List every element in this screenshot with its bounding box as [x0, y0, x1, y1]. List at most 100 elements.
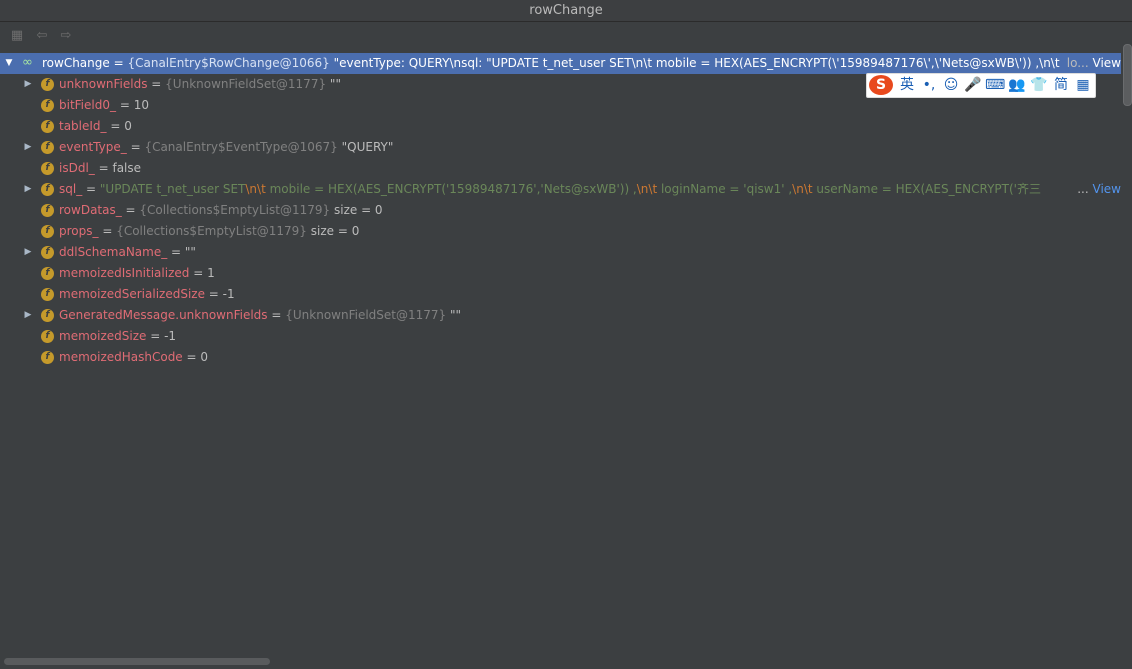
field-value: false	[112, 161, 142, 175]
tree-row[interactable]: f memoizedIsInitialized = 1	[0, 263, 1121, 284]
field-type: {UnknownFieldSet@1177}	[165, 77, 327, 91]
field-value: ""	[449, 308, 462, 322]
ime-punct-icon[interactable]: •,	[919, 77, 939, 94]
field-icon: f	[41, 99, 54, 112]
field-value: "QUERY"	[341, 140, 394, 154]
field-value: 1	[207, 266, 215, 280]
field-value: -1	[164, 329, 177, 343]
watch-variable-icon: ∞	[22, 55, 33, 70]
field-name: sql_	[59, 182, 83, 196]
ime-skin-icon[interactable]: 👕	[1029, 77, 1049, 94]
sql-escape: \n\t	[792, 182, 813, 196]
root-name: rowChange	[42, 56, 110, 70]
view-link[interactable]: lo... View	[1062, 53, 1121, 74]
field-icon: f	[41, 267, 54, 280]
forward-arrow-icon[interactable]: ⇨	[58, 28, 74, 44]
ime-keyboard-icon[interactable]: ⌨	[985, 77, 1005, 94]
sogou-logo-icon[interactable]: S	[869, 75, 893, 95]
ime-voice-icon[interactable]: 🎤	[963, 77, 983, 94]
field-value: size = 0	[333, 203, 383, 217]
ime-emoji-icon[interactable]: ☺	[941, 77, 961, 94]
field-value: ""	[184, 245, 196, 259]
field-name: isDdl_	[59, 161, 95, 175]
root-view-link[interactable]: View	[1093, 56, 1121, 70]
field-icon: f	[41, 225, 54, 238]
field-icon: f	[41, 162, 54, 175]
field-value: 0	[124, 119, 132, 133]
field-icon: f	[41, 351, 54, 364]
tree-row[interactable]: f isDdl_ = false	[0, 158, 1121, 179]
field-name: memoizedIsInitialized	[59, 266, 190, 280]
tree-row[interactable]: ▶ f GeneratedMessage.unknownFields = {Unkn…	[0, 305, 1121, 326]
variables-tree: ▼ ∞ rowChange = {CanalEntry$RowChange@10…	[0, 53, 1121, 653]
field-value: ""	[329, 77, 341, 91]
tree-root-row[interactable]: ▼ ∞ rowChange = {CanalEntry$RowChange@10…	[0, 53, 1121, 74]
vertical-scroll-thumb[interactable]	[1123, 44, 1132, 106]
field-icon: f	[41, 330, 54, 343]
horizontal-scrollbar[interactable]	[0, 655, 1121, 669]
back-arrow-icon[interactable]: ⇦	[34, 28, 50, 44]
expand-arrow-icon[interactable]: ▶	[23, 179, 33, 200]
expand-arrow-icon[interactable]: ▶	[23, 305, 33, 326]
collapse-icon[interactable]: ▦	[9, 28, 25, 44]
field-value: 0	[200, 350, 209, 364]
field-name: GeneratedMessage.unknownFields	[59, 308, 268, 322]
root-value: "eventType: QUERY\nsql: "UPDATE t_net_us…	[333, 56, 1060, 70]
tree-row[interactable]: ▶ f eventType_ = {CanalEntry$EventType@106…	[0, 137, 1121, 158]
field-name: memoizedSize	[59, 329, 147, 343]
field-icon: f	[41, 204, 54, 217]
field-icon: f	[41, 309, 54, 322]
field-type: {Collections$EmptyList@1179}	[139, 203, 331, 217]
tree-row[interactable]: f bitField0_ = 10	[0, 95, 1121, 116]
tree-row[interactable]: f memoizedSerializedSize = -1	[0, 284, 1121, 305]
tree-row[interactable]: ▶ f ddlSchemaName_ = ""	[0, 242, 1121, 263]
field-icon: f	[41, 141, 54, 154]
tree-row[interactable]: f memoizedHashCode = 0	[0, 347, 1121, 368]
expand-arrow-icon[interactable]: ▶	[23, 137, 33, 158]
sql-ellipsis: ...	[1077, 182, 1089, 196]
sql-part: loginName = 'qisw1' ,	[657, 182, 793, 196]
sql-view-link[interactable]: View	[1093, 182, 1121, 196]
field-value: size = 0	[310, 224, 360, 238]
view-link[interactable]: ... View	[1073, 179, 1121, 200]
sql-part: "UPDATE t_net_user SET	[99, 182, 246, 196]
field-value: 10	[133, 98, 149, 112]
field-name: tableId_	[59, 119, 107, 133]
field-name: rowDatas_	[59, 203, 122, 217]
ime-lang-icon[interactable]: 英	[897, 77, 917, 94]
field-name: ddlSchemaName_	[59, 245, 168, 259]
field-value: -1	[222, 287, 235, 301]
field-type: {UnknownFieldSet@1177}	[285, 308, 447, 322]
expand-arrow-icon[interactable]: ▶	[23, 242, 33, 263]
field-type: {CanalEntry$EventType@1067}	[144, 140, 338, 154]
debugger-toolbar: ▦ ⇦ ⇨	[0, 22, 1132, 50]
tree-row[interactable]: f memoizedSize = -1	[0, 326, 1121, 347]
ime-toolbar[interactable]: S 英 •, ☺ 🎤 ⌨ 👥 👕 简 ▦	[866, 73, 1096, 98]
field-icon: f	[41, 246, 54, 259]
field-name: bitField0_	[59, 98, 116, 112]
ime-user-icon[interactable]: 👥	[1007, 77, 1027, 94]
field-icon: f	[41, 288, 54, 301]
tree-row[interactable]: f props_ = {Collections$EmptyList@1179} s…	[0, 221, 1121, 242]
window-title: rowChange	[0, 0, 1132, 22]
vertical-scrollbar[interactable]	[1121, 40, 1132, 669]
field-name: eventType_	[59, 140, 127, 154]
tree-row[interactable]: ▶ f sql_ = "UPDATE t_net_user SET\n\t mobi…	[0, 179, 1121, 200]
field-icon: f	[41, 120, 54, 133]
field-icon: f	[41, 78, 54, 91]
field-name: memoizedSerializedSize	[59, 287, 205, 301]
field-name: props_	[59, 224, 99, 238]
field-name: unknownFields	[59, 77, 148, 91]
tree-row[interactable]: f tableId_ = 0	[0, 116, 1121, 137]
horizontal-scroll-thumb[interactable]	[4, 658, 270, 665]
root-ellipsis: lo...	[1066, 56, 1089, 70]
sql-escape: \n\t	[636, 182, 658, 196]
field-icon: f	[41, 183, 54, 196]
expand-arrow-icon[interactable]: ▶	[23, 74, 33, 95]
sql-part: userName = HEX(AES_ENCRYPT('齐三	[812, 182, 1041, 196]
collapse-arrow-icon[interactable]: ▼	[4, 53, 14, 74]
tree-row[interactable]: f rowDatas_ = {Collections$EmptyList@1179…	[0, 200, 1121, 221]
root-type: {CanalEntry$RowChange@1066}	[127, 56, 330, 70]
ime-toolbox-icon[interactable]: ▦	[1073, 77, 1093, 94]
ime-simplified-icon[interactable]: 简	[1051, 77, 1071, 94]
